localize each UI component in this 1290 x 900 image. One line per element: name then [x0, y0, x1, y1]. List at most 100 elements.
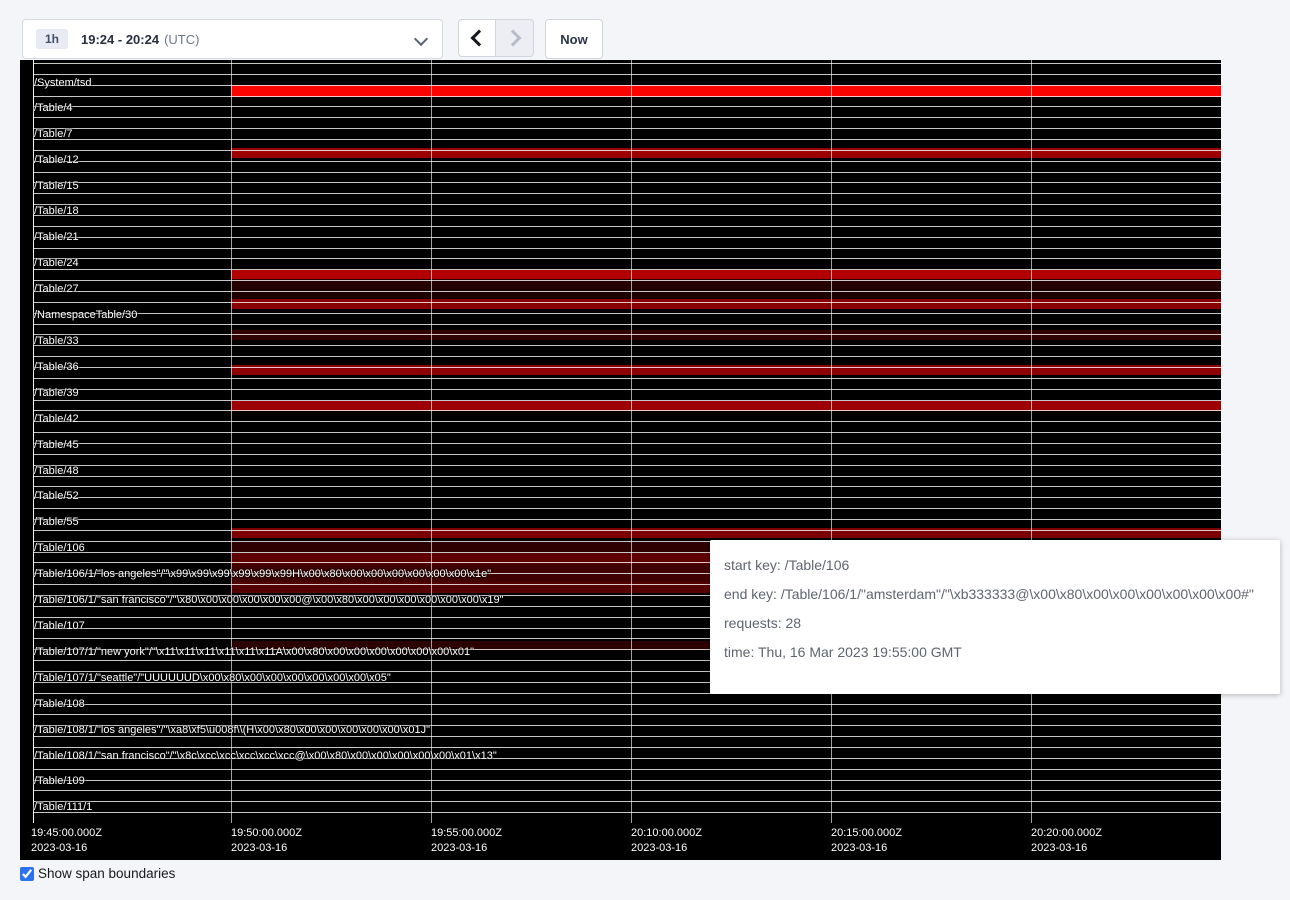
row-label: /Table/52	[34, 490, 79, 502]
span-boundary-line	[33, 769, 1221, 770]
span-boundary-line	[33, 237, 1221, 238]
row-label: /Table/36	[34, 361, 79, 373]
heat-band	[231, 270, 1221, 279]
span-boundary-line	[33, 63, 1221, 64]
row-label: /Table/108/1/"los angeles"/"\xa8\xf5\u00…	[34, 724, 430, 736]
x-axis-tick-date: 2023-03-16	[1031, 841, 1102, 856]
row-label: /Table/106	[34, 542, 85, 554]
row-label: /Table/106/1/"los angeles"/"\x99\x99\x99…	[34, 568, 491, 580]
x-axis-tick: 20:15:00.000Z2023-03-16	[831, 826, 902, 856]
footer-options: Show span boundaries	[20, 866, 175, 881]
x-axis-tick-date: 2023-03-16	[631, 841, 702, 856]
span-boundary-line	[33, 139, 1221, 140]
x-axis-tick: 20:10:00.000Z2023-03-16	[631, 826, 702, 856]
span-boundary-line	[33, 280, 1221, 281]
span-boundary-line	[33, 226, 1221, 227]
row-label: /NamespaceTable/30	[34, 309, 137, 321]
chevron-down-icon	[414, 32, 428, 46]
row-label: /Table/108	[34, 698, 85, 710]
x-axis-tick-date: 2023-03-16	[231, 841, 302, 856]
show-span-boundaries-checkbox[interactable]	[20, 867, 34, 881]
span-boundary-line	[33, 421, 1221, 422]
span-boundary-line	[33, 356, 1221, 357]
heat-band	[231, 299, 1221, 309]
x-axis-tick-date: 2023-03-16	[31, 841, 102, 856]
span-boundary-line	[33, 790, 1221, 791]
x-axis-tick: 19:55:00.000Z2023-03-16	[431, 826, 502, 856]
row-label: /Table/108/1/"san francisco"/"\x8c\xcc\x…	[34, 750, 497, 762]
x-axis-tick: 20:20:00.000Z2023-03-16	[1031, 826, 1102, 856]
span-boundary-line	[33, 117, 1221, 118]
span-boundary-line	[33, 172, 1221, 173]
span-boundary-line	[33, 193, 1221, 194]
span-boundary-line	[33, 736, 1221, 737]
x-axis-tick-time: 20:10:00.000Z	[631, 826, 702, 841]
span-boundary-line	[33, 269, 1221, 270]
x-axis-tick-time: 20:20:00.000Z	[1031, 826, 1102, 841]
row-label: /Table/24	[34, 257, 79, 269]
x-axis-tick-date: 2023-03-16	[831, 841, 902, 856]
span-boundary-line	[33, 345, 1221, 346]
page: { "toolbar": { "range_badge": "1h", "ran…	[0, 0, 1290, 900]
span-boundary-line	[33, 161, 1221, 162]
span-boundary-line	[33, 258, 1221, 259]
span-boundary-line	[33, 302, 1221, 303]
span-tooltip: start key: /Table/106 end key: /Table/10…	[710, 540, 1280, 694]
row-label: /Table/4	[34, 102, 73, 114]
span-boundary-line	[33, 313, 1221, 314]
span-boundary-line	[33, 747, 1221, 748]
x-axis-tick-time: 19:45:00.000Z	[31, 826, 102, 841]
span-boundary-line	[33, 74, 1221, 75]
row-label: /Table/106/1/"san francisco"/"\x80\x00\x…	[34, 594, 504, 606]
keyvis-plot[interactable]: /System/tsd/Table/4/Table/7/Table/12/Tab…	[20, 60, 1221, 823]
row-label: /Table/42	[34, 413, 79, 425]
time-range-timezone: (UTC)	[164, 32, 199, 47]
span-boundary-line	[33, 519, 1221, 520]
row-label: /Table/21	[34, 231, 79, 243]
time-gridline	[431, 60, 432, 823]
x-axis-tick-time: 20:15:00.000Z	[831, 826, 902, 841]
span-boundary-line	[33, 432, 1221, 433]
span-boundary-line	[33, 714, 1221, 715]
row-label: /Table/111/1	[34, 801, 92, 813]
row-label: /Table/48	[34, 465, 79, 477]
span-boundary-line	[33, 476, 1221, 477]
row-label: /System/tsd	[34, 77, 91, 89]
keyvis-canvas[interactable]: /System/tsd/Table/4/Table/7/Table/12/Tab…	[20, 60, 1221, 860]
time-nav-group	[458, 19, 534, 57]
time-range-value: 19:24 - 20:24	[81, 32, 159, 47]
span-boundary-line	[33, 508, 1221, 509]
span-boundary-line	[33, 454, 1221, 455]
span-boundary-line	[33, 204, 1221, 205]
time-range-selector[interactable]: 1h 19:24 - 20:24 (UTC)	[22, 19, 443, 59]
span-boundary-line	[33, 128, 1221, 129]
now-button[interactable]: Now	[545, 19, 603, 59]
row-label: /Table/39	[34, 387, 79, 399]
row-label: /Table/45	[34, 439, 79, 451]
row-label: /Table/15	[34, 180, 79, 192]
row-label: /Table/33	[34, 335, 79, 347]
row-label: /Table/107/1/"seattle"/"UUUUUUD\x00\x80\…	[34, 672, 391, 684]
tooltip-start-key: start key: /Table/106	[724, 553, 1280, 577]
next-time-button-disabled[interactable]	[496, 19, 534, 57]
x-axis-tick-date: 2023-03-16	[431, 841, 502, 856]
keyvis-x-axis: 19:45:00.000Z2023-03-1619:50:00.000Z2023…	[20, 823, 1221, 860]
tooltip-time: time: Thu, 16 Mar 2023 19:55:00 GMT	[724, 640, 1280, 664]
span-boundary-line	[33, 291, 1221, 292]
row-label: /Table/109	[34, 775, 85, 787]
time-gridline	[231, 60, 232, 823]
span-boundary-line	[33, 400, 1221, 401]
row-label: /Table/7	[34, 128, 73, 140]
prev-time-button[interactable]	[458, 19, 496, 57]
span-boundary-line	[33, 150, 1221, 151]
span-boundary-line	[33, 106, 1221, 107]
span-boundary-line	[33, 182, 1221, 183]
span-boundary-line	[33, 801, 1221, 802]
span-boundary-line	[33, 410, 1221, 411]
time-gridline	[831, 60, 832, 823]
span-boundary-line	[33, 324, 1221, 325]
time-gridline	[1031, 60, 1032, 823]
show-span-boundaries-label: Show span boundaries	[38, 866, 175, 881]
span-boundary-line	[33, 378, 1221, 379]
span-boundary-line	[33, 704, 1221, 705]
